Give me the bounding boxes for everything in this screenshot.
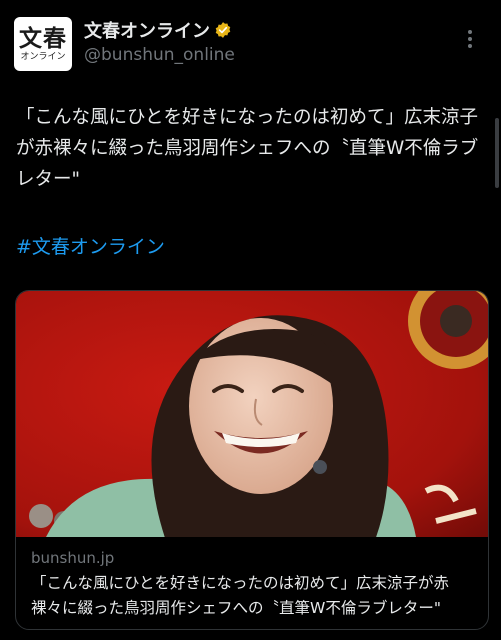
hashtag-link[interactable]: #文春オンライン [16,232,165,259]
more-options-icon[interactable] [461,30,479,48]
verified-badge-icon [215,22,231,38]
link-preview-card[interactable]: bunshun.jp 「こんな風にひとを好きになったのは初めて」広末涼子が赤裸々… [15,290,489,630]
account-handle[interactable]: @bunshun_online [84,45,235,65]
scrollbar[interactable] [495,118,499,188]
card-domain: bunshun.jp [31,549,115,567]
post-text: 「こんな風にひとを好きになったのは初めて」広末涼子が赤裸々に綴った鳥羽周作シェフ… [16,107,479,190]
avatar-logo-subtext: オンライン [20,51,66,62]
card-title: 「こんな風にひとを好きになったのは初めて」広末涼子が赤裸々に綴った鳥羽周作シェフ… [31,574,450,617]
article-photo[interactable] [16,291,488,537]
avatar-logo-text: 文春 [19,25,67,52]
display-name-text: 文春オンライン [84,21,210,42]
avatar[interactable]: 文春 オンライン [14,17,72,71]
display-name[interactable]: 文春オンライン [84,17,232,43]
